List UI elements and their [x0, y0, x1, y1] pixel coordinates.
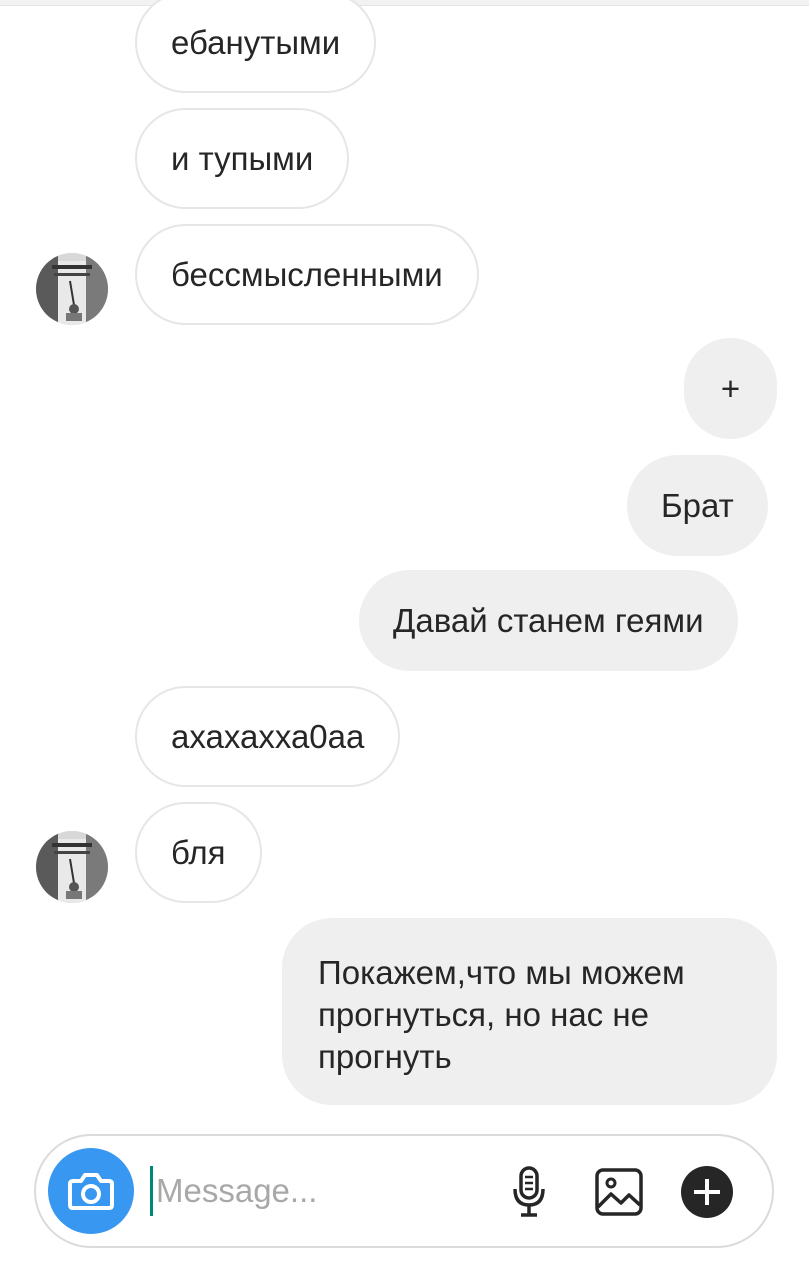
camera-icon	[68, 1173, 114, 1210]
message-text: +	[720, 369, 741, 407]
camera-button[interactable]	[48, 1148, 134, 1234]
incoming-message-bubble[interactable]: и тупыми	[135, 108, 350, 209]
message-input[interactable]	[156, 1163, 486, 1219]
message-text: Давай станем геями	[393, 601, 704, 639]
avatar-image	[36, 831, 108, 903]
outgoing-message-bubble[interactable]: Покажем,что мы можем прогнуться, но нас …	[282, 918, 777, 1105]
message-text: ебанутыми	[171, 23, 341, 61]
more-options-button[interactable]	[679, 1164, 735, 1220]
incoming-message-bubble[interactable]: бессмысленными	[135, 224, 479, 325]
message-text: бля	[171, 833, 226, 871]
sender-avatar[interactable]	[36, 831, 108, 903]
plus-circle-icon	[681, 1166, 733, 1218]
incoming-message-bubble[interactable]: ахахахха0аа	[135, 686, 401, 787]
text-caret	[150, 1166, 153, 1216]
avatar-image	[36, 253, 108, 325]
incoming-message-bubble[interactable]: ебанутыми	[135, 0, 377, 93]
gallery-button[interactable]	[591, 1164, 647, 1220]
message-text: Брат	[661, 486, 734, 524]
microphone-icon	[513, 1166, 545, 1217]
outgoing-message-bubble[interactable]: Брат	[627, 455, 768, 556]
message-composer	[34, 1134, 774, 1248]
outgoing-message-bubble[interactable]: +	[684, 338, 777, 439]
outgoing-message-bubble[interactable]: Давай станем геями	[359, 570, 738, 671]
message-thread[interactable]: ебанутыми и тупыми бессмысленными + Брат…	[0, 0, 809, 1120]
sender-avatar[interactable]	[36, 253, 108, 325]
message-text: ахахахха0аа	[171, 717, 365, 755]
message-text: и тупыми	[171, 139, 314, 177]
microphone-button[interactable]	[501, 1164, 557, 1220]
image-gallery-icon	[595, 1168, 643, 1216]
message-text: бессмысленными	[171, 255, 443, 293]
message-text: Покажем,что мы можем прогнуться, но нас …	[318, 954, 685, 1075]
incoming-message-bubble[interactable]: бля	[135, 802, 262, 903]
